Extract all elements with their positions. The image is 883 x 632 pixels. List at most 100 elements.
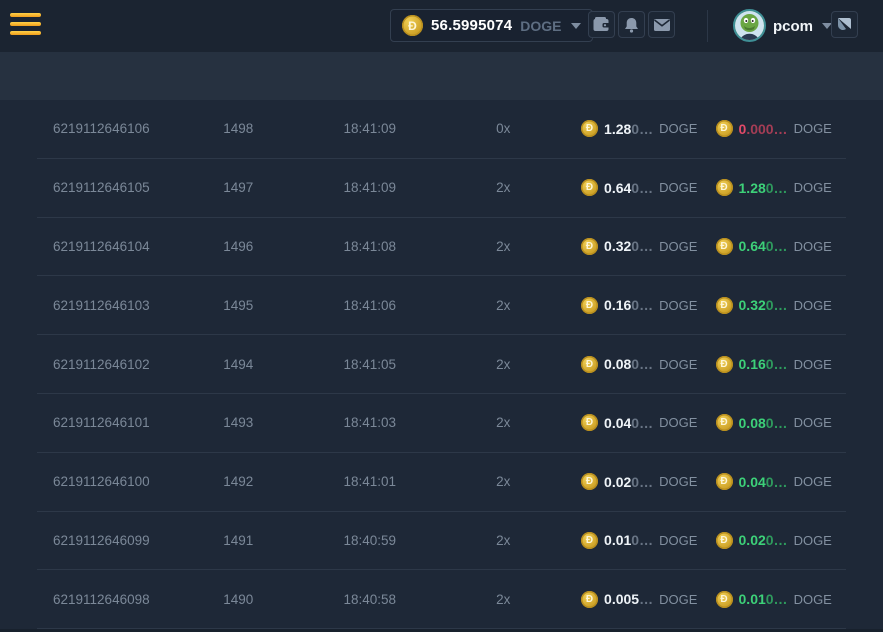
bet-amount: 0.005… <box>604 591 653 607</box>
notifications-button[interactable] <box>618 11 645 38</box>
profit-amount-main: 1.28 <box>739 180 766 196</box>
currency-label: DOGE <box>659 239 697 254</box>
profit-amount-group: Đ0.160…DOGE <box>716 356 846 373</box>
bet-amount-group: Đ0.020…DOGE <box>581 473 715 490</box>
table-row[interactable]: 6219112646106149818:41:090xĐ1.280…DOGEĐ0… <box>37 100 846 159</box>
table-row[interactable]: 6219112646102149418:41:052xĐ0.080…DOGEĐ0… <box>37 335 846 394</box>
table-row[interactable]: 6219112646100149218:41:012xĐ0.020…DOGEĐ0… <box>37 453 846 512</box>
bet-amount-truncated: … <box>639 591 653 607</box>
table-row[interactable]: 6219112646104149618:41:082xĐ0.320…DOGEĐ0… <box>37 218 846 277</box>
bet-amount-main: 0.01 <box>604 532 631 548</box>
profit-amount: 0.020… <box>739 532 788 548</box>
table-row[interactable]: 6219112646103149518:41:062xĐ0.160…DOGEĐ0… <box>37 276 846 335</box>
profit-amount: 0.000… <box>739 121 788 137</box>
bet-amount-group: Đ0.040…DOGE <box>581 414 715 431</box>
balance-selector[interactable]: Đ 56.5995074 DOGE <box>390 9 593 42</box>
doge-coin-icon: Đ <box>716 414 733 431</box>
table-row[interactable]: 6219112646098149018:40:582xĐ0.005…DOGEĐ0… <box>37 570 846 629</box>
profit-amount-main: 0.08 <box>739 415 766 431</box>
bet-amount-group: Đ0.640…DOGE <box>581 179 715 196</box>
profit-amount: 0.080… <box>739 415 788 431</box>
currency-label: DOGE <box>794 533 832 548</box>
bet-amount-truncated: 0… <box>631 532 653 548</box>
bet-time: 18:41:08 <box>277 239 462 254</box>
currency-label: DOGE <box>794 592 832 607</box>
profit-amount: 1.280… <box>739 180 788 196</box>
profit-amount-truncated: 0… <box>766 180 788 196</box>
menu-bar <box>10 31 41 35</box>
bet-amount-group: Đ1.280…DOGE <box>581 120 715 137</box>
bets-table-body: 6219112646106149818:41:090xĐ1.280…DOGEĐ0… <box>0 100 883 629</box>
messages-button[interactable] <box>648 11 675 38</box>
bet-amount-main: 0.04 <box>604 415 631 431</box>
avatar[interactable] <box>733 9 766 42</box>
bet-time: 18:41:01 <box>277 474 462 489</box>
bet-id: 6219112646098 <box>37 592 199 607</box>
bet-amount-truncated: 0… <box>631 415 653 431</box>
profit-amount-truncated: 0… <box>766 532 788 548</box>
doge-coin-icon: Đ <box>581 591 598 608</box>
bet-id: 6219112646099 <box>37 533 199 548</box>
bet-id: 6219112646102 <box>37 357 199 372</box>
bet-amount-main: 0.005 <box>604 591 639 607</box>
bet-id: 6219112646106 <box>37 121 199 136</box>
profit-amount-group: Đ0.000…DOGE <box>716 120 846 137</box>
bet-amount-main: 0.02 <box>604 474 631 490</box>
currency-label: DOGE <box>794 298 832 313</box>
profit-amount-main: 0.64 <box>739 238 766 254</box>
round-number: 1494 <box>199 357 277 372</box>
table-row[interactable]: 6219112646099149118:40:592xĐ0.010…DOGEĐ0… <box>37 512 846 571</box>
doge-coin-icon: Đ <box>716 591 733 608</box>
bet-time: 18:41:05 <box>277 357 462 372</box>
profit-amount-truncated: .000… <box>746 121 787 137</box>
doge-coin-icon: Đ <box>581 297 598 314</box>
top-bar: Đ 56.5995074 DOGE <box>0 0 883 52</box>
menu-icon[interactable] <box>10 13 41 39</box>
doge-coin-icon: Đ <box>581 179 598 196</box>
profit-amount-truncated: 0… <box>766 238 788 254</box>
multiplier: 2x <box>462 592 544 607</box>
divider <box>707 10 708 42</box>
currency-label: DOGE <box>794 415 832 430</box>
menu-bar <box>10 22 41 26</box>
bet-time: 18:41:09 <box>277 121 462 136</box>
profit-amount: 0.040… <box>739 474 788 490</box>
doge-coin-icon: Đ <box>716 297 733 314</box>
bet-amount-truncated: 0… <box>631 180 653 196</box>
mail-icon <box>654 19 670 31</box>
multiplier: 2x <box>462 357 544 372</box>
bet-time: 18:40:58 <box>277 592 462 607</box>
doge-coin-icon: Đ <box>581 120 598 137</box>
chat-toggle-button[interactable] <box>831 11 858 38</box>
currency-label: DOGE <box>659 180 697 195</box>
profit-amount: 0.320… <box>739 297 788 313</box>
currency-label: DOGE <box>794 357 832 372</box>
currency-label: DOGE <box>659 592 697 607</box>
bet-id: 6219112646104 <box>37 239 199 254</box>
multiplier: 2x <box>462 180 544 195</box>
profit-amount-truncated: 0… <box>766 415 788 431</box>
profit-amount-main: 0.02 <box>739 532 766 548</box>
balance-amount: 56.5995074 <box>431 17 512 34</box>
bet-time: 18:41:09 <box>277 180 462 195</box>
table-row[interactable]: 6219112646105149718:41:092xĐ0.640…DOGEĐ1… <box>37 159 846 218</box>
bet-amount-main: 0.16 <box>604 297 631 313</box>
profit-amount-group: Đ 0.320… DOGE <box>716 297 846 314</box>
bet-id: 6219112646100 <box>37 474 199 489</box>
bet-amount: 0.080… <box>604 356 653 372</box>
bet-amount: 1.280… <box>604 121 653 137</box>
wallet-button[interactable] <box>588 11 615 38</box>
doge-coin-icon: Đ <box>716 179 733 196</box>
bet-time: 18:41:03 <box>277 415 462 430</box>
round-number: 1492 <box>199 474 277 489</box>
multiplier: 2x <box>462 239 544 254</box>
bet-time: 18:40:59 <box>277 533 462 548</box>
doge-coin-icon: Đ <box>716 532 733 549</box>
bet-id: 6219112646105 <box>37 180 199 195</box>
bet-amount-main: 1.28 <box>604 121 631 137</box>
user-menu[interactable]: pcom <box>773 0 832 52</box>
page: Đ 56.5995074 DOGE <box>0 0 883 632</box>
table-row[interactable]: 6219112646101149318:41:032xĐ0.040…DOGEĐ0… <box>37 394 846 453</box>
bet-amount-truncated: 0… <box>631 474 653 490</box>
profit-amount-truncated: 0… <box>766 297 788 313</box>
